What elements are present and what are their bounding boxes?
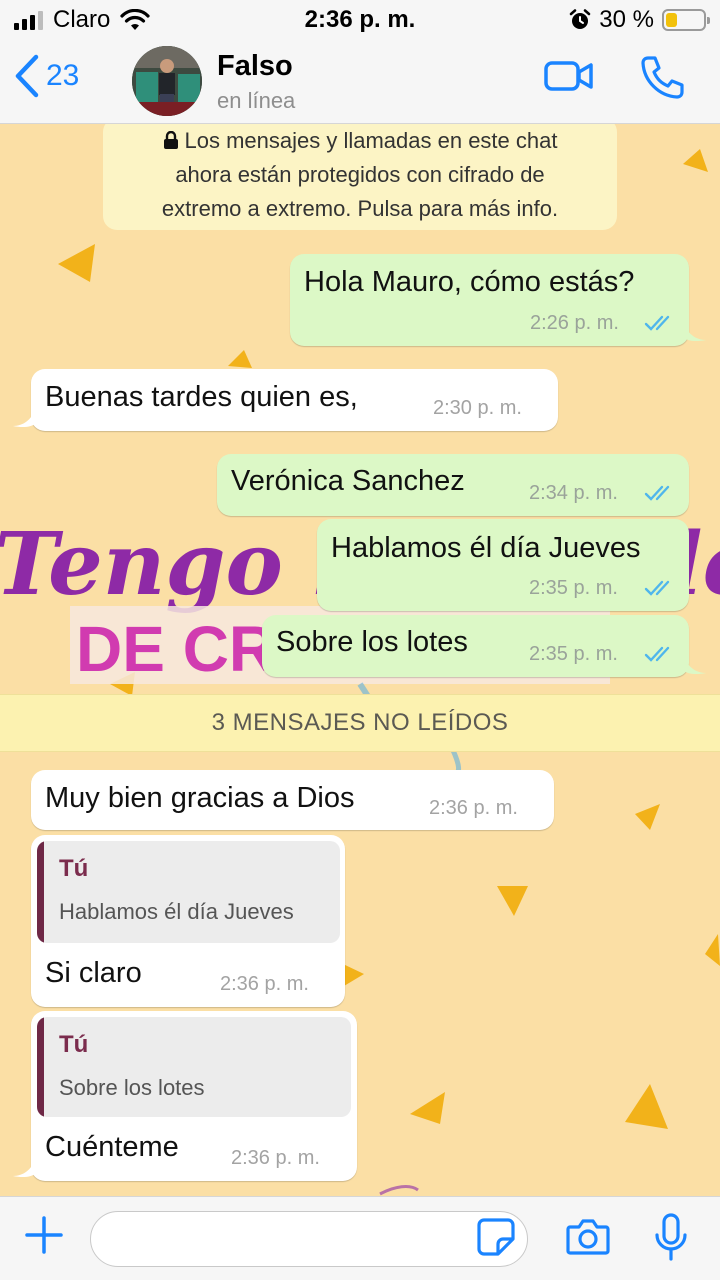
quote-text: Hablamos él día Jueves: [59, 899, 294, 924]
chevron-left-icon: [15, 54, 39, 98]
message-bubble-outgoing[interactable]: Sobre los lotes 2:35 p. m.: [262, 615, 689, 677]
chat-header: 23 Falso en línea: [0, 40, 720, 124]
message-input-bar: [0, 1196, 720, 1280]
message-time: 2:34 p. m.: [529, 482, 618, 504]
quoted-message[interactable]: Tú Hablamos él día Jueves: [37, 841, 340, 943]
quote-author: Tú: [59, 1031, 89, 1058]
encryption-notice[interactable]: Los mensajes y llamadas en este chat aho…: [103, 124, 617, 230]
quoted-message[interactable]: Tú Sobre los lotes: [37, 1017, 351, 1117]
sticker-icon: [477, 1218, 515, 1256]
avatar-photo: [132, 46, 202, 116]
sticker-button[interactable]: [476, 1217, 516, 1262]
alarm-icon: [570, 9, 591, 29]
voice-message-button[interactable]: [654, 1213, 688, 1268]
double-check-icon: [644, 485, 670, 501]
message-text: Si claro: [45, 957, 142, 989]
message-time: 2:36 p. m.: [231, 1147, 320, 1169]
message-time: 2:26 p. m.: [530, 312, 619, 334]
status-bar: Claro 2:36 p. m. 30 %: [0, 0, 720, 40]
message-text: Verónica Sanchez: [231, 465, 465, 497]
encryption-notice-line3: extremo a extremo. Pulsa para más info.: [161, 196, 559, 221]
message-bubble-incoming[interactable]: Muy bien gracias a Dios 2:36 p. m.: [31, 770, 554, 830]
battery-percent: 30 %: [599, 6, 654, 33]
bubble-tail: [684, 657, 706, 675]
message-bubble-incoming-reply[interactable]: Tú Hablamos él día Jueves Si claro 2:36 …: [31, 835, 345, 1007]
double-check-icon: [644, 315, 670, 331]
contact-status: en línea: [217, 88, 296, 113]
bubble-tail: [684, 324, 706, 342]
message-bubble-outgoing[interactable]: Hola Mauro, cómo estás? 2:26 p. m.: [290, 254, 689, 346]
camera-button[interactable]: [566, 1217, 610, 1262]
camera-icon: [566, 1219, 610, 1255]
message-text: Muy bien gracias a Dios: [45, 782, 355, 814]
quote-text: Sobre los lotes: [59, 1075, 205, 1100]
message-time: 2:36 p. m.: [220, 973, 309, 995]
message-text: Sobre los lotes: [276, 626, 468, 658]
quote-author: Tú: [59, 855, 89, 882]
message-bubble-incoming[interactable]: Buenas tardes quien es, 2:30 p. m.: [31, 369, 558, 431]
encryption-notice-line2: ahora están protegidos con cifrado de: [175, 162, 545, 187]
quote-accent-bar: [37, 1017, 44, 1117]
message-text: Hablamos él día Jueves: [331, 532, 641, 564]
chat-area[interactable]: Tengo la lib le DE CREA Los mensajes y l…: [0, 124, 720, 1196]
double-check-icon: [644, 580, 670, 596]
microphone-icon: [655, 1213, 687, 1261]
avatar[interactable]: [132, 46, 202, 116]
status-right: 30 %: [569, 6, 710, 34]
phone-icon: [641, 56, 684, 99]
voice-call-button[interactable]: [640, 54, 686, 105]
message-time: 2:35 p. m.: [529, 577, 618, 599]
message-input[interactable]: [90, 1211, 528, 1267]
encryption-notice-line1: Los mensajes y llamadas en este chat: [184, 128, 558, 153]
battery-icon: [662, 9, 710, 31]
message-text: Hola Mauro, cómo estás?: [304, 266, 635, 298]
message-text-field[interactable]: [109, 1212, 479, 1266]
quote-accent-bar: [37, 841, 44, 943]
message-bubble-incoming-reply[interactable]: Tú Sobre los lotes Cuénteme 2:36 p. m.: [31, 1011, 357, 1181]
message-time: 2:36 p. m.: [429, 797, 518, 819]
unread-chats-count: 23: [46, 59, 80, 92]
lock-icon: [163, 130, 178, 149]
attach-button[interactable]: [24, 1215, 64, 1260]
message-bubble-outgoing[interactable]: Hablamos él día Jueves 2:35 p. m.: [317, 519, 689, 611]
plus-icon: [25, 1216, 63, 1254]
bubble-tail: [13, 410, 35, 428]
message-time: 2:30 p. m.: [433, 397, 522, 419]
double-check-icon: [644, 646, 670, 662]
message-text: Cuénteme: [45, 1131, 179, 1163]
message-text: Buenas tardes quien es,: [45, 381, 358, 413]
message-bubble-outgoing[interactable]: Verónica Sanchez 2:34 p. m.: [217, 454, 689, 516]
bubble-tail: [13, 1160, 35, 1178]
message-time: 2:35 p. m.: [529, 643, 618, 665]
unread-messages-banner: 3 MENSAJES NO LEÍDOS: [0, 694, 720, 752]
video-camera-icon: [544, 61, 593, 91]
back-button[interactable]: 23: [14, 54, 79, 98]
contact-name[interactable]: Falso: [217, 50, 293, 83]
video-call-button[interactable]: [544, 60, 594, 97]
